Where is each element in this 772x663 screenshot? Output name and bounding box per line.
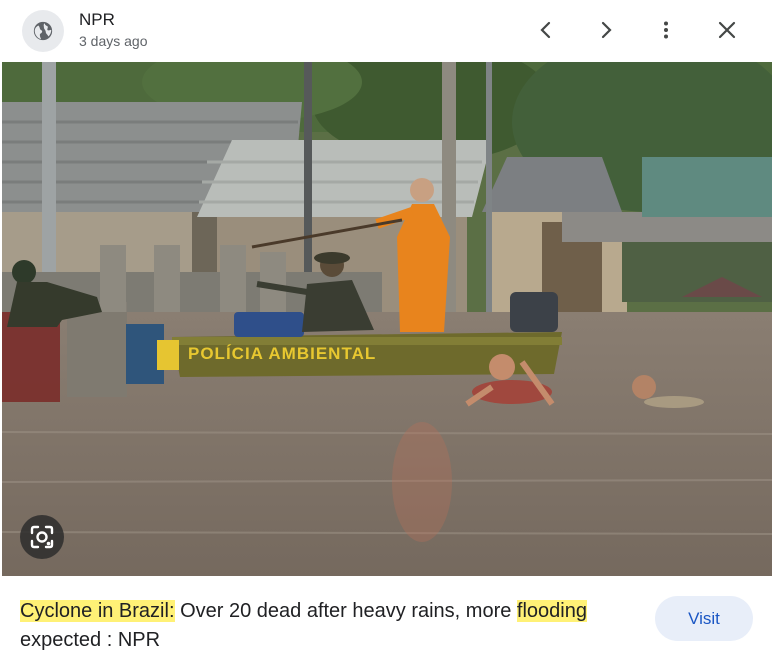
close-icon — [718, 21, 736, 39]
source-name[interactable]: NPR — [79, 10, 115, 30]
lens-icon — [30, 525, 54, 549]
news-photo[interactable]: POLÍCIA AMBIENTAL — [2, 62, 772, 576]
result-title[interactable]: Cyclone in Brazil: Over 20 dead after he… — [20, 597, 620, 655]
more-vert-icon — [664, 21, 668, 39]
boat-label: POLÍCIA AMBIENTAL — [188, 344, 377, 363]
visit-button[interactable]: Visit — [655, 596, 753, 641]
flood-scene-image — [2, 62, 772, 576]
chevron-left-icon — [540, 21, 551, 39]
close-button[interactable] — [709, 12, 745, 48]
lens-button[interactable] — [20, 515, 64, 559]
next-button[interactable] — [588, 12, 624, 48]
title-text-part2: expected : NPR — [20, 629, 161, 651]
previous-button[interactable] — [528, 12, 564, 48]
result-header: NPR 3 days ago — [0, 0, 772, 62]
title-highlight-flooding: flooding — [516, 600, 587, 622]
globe-icon[interactable] — [22, 10, 64, 52]
source-time: 3 days ago — [79, 33, 148, 49]
chevron-right-icon — [601, 21, 612, 39]
title-highlight-cyclone: Cyclone in Brazil: — [20, 600, 175, 622]
title-text-part1: Over 20 dead after heavy rains, more — [174, 600, 517, 622]
more-options-button[interactable] — [648, 12, 684, 48]
